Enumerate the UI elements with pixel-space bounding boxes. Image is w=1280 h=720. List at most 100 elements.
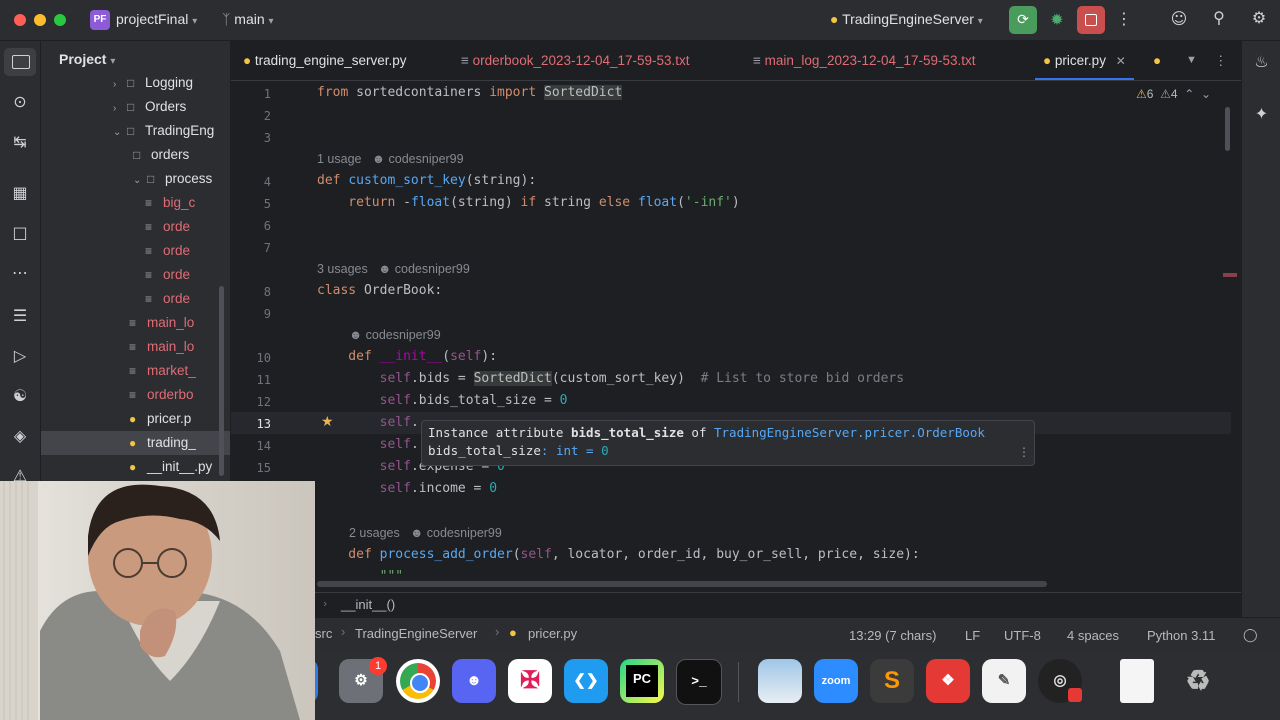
tree-item[interactable]: › □ Logging <box>41 71 230 97</box>
chevron-down-icon[interactable]: ⌄ <box>113 121 127 145</box>
bookmark-icon: □ <box>12 223 28 242</box>
tree-item[interactable]: ⌄ □ TradingEng <box>41 119 230 145</box>
code-vision-hint[interactable]: ☻ codesniper99 <box>349 328 441 342</box>
line-separator[interactable]: LF <box>965 628 980 643</box>
tree-item[interactable]: ≡ orde <box>41 263 230 287</box>
tree-item[interactable]: › □ Orders <box>41 95 230 121</box>
tree-item[interactable]: ≡ orde <box>41 215 230 239</box>
bookmarks-tool-button[interactable]: □ <box>0 219 40 247</box>
more-tools-button[interactable]: ⋯ <box>0 259 40 287</box>
tree-item[interactable]: □ orders <box>41 143 230 167</box>
previous-problem-icon[interactable]: ⌃ <box>1184 87 1194 101</box>
structure-tool-button[interactable]: ▦ <box>0 179 40 207</box>
tree-item[interactable]: ⌄ □ process <box>41 167 230 193</box>
tab-orderbook-log[interactable]: ≡ orderbook_2023-12-04_17-59-53.txt <box>461 41 690 80</box>
chevron-down-icon[interactable]: ⌄ <box>133 169 147 193</box>
nav-path-file[interactable]: pricer.py <box>528 626 577 641</box>
run-config-selector[interactable]: ● TradingEngineServer ▾ <box>830 11 983 27</box>
python-console-button[interactable]: ☯ <box>0 382 40 410</box>
dock-app-zoom[interactable]: zoom <box>814 659 858 703</box>
close-window-button[interactable] <box>14 14 26 26</box>
editor-horizontal-scrollbar[interactable] <box>317 581 1047 587</box>
dock-documents[interactable] <box>1120 659 1154 703</box>
next-problem-icon[interactable]: ⌄ <box>1201 87 1211 101</box>
tree-item[interactable]: ● __init__.py <box>41 455 230 479</box>
tree-item[interactable]: ≡ market_ <box>41 359 230 383</box>
tab-more-button[interactable]: ⋮ <box>1214 41 1228 80</box>
dock-app-discord[interactable]: ☻ <box>452 659 496 703</box>
close-icon[interactable]: ✕ <box>1116 54 1126 68</box>
pull-requests-tool-button[interactable]: ↹ <box>0 128 40 156</box>
settings-button[interactable]: ⚙ <box>1248 8 1270 27</box>
lock-icon[interactable]: ◯ <box>1243 627 1258 643</box>
notifications-button[interactable]: ♨ <box>1242 48 1280 76</box>
project-switcher[interactable]: projectFinal ▾ <box>116 11 197 27</box>
weak-warning-count: 4 <box>1170 87 1178 101</box>
tab-trading-engine-server[interactable]: ● trading_engine_server.py <box>243 41 407 80</box>
breadcrumb-item[interactable]: __init__() <box>341 597 395 612</box>
tree-item[interactable]: ≡ big_c <box>41 191 230 215</box>
rerun-button[interactable]: ⟳ <box>1009 6 1037 34</box>
tab-main-log[interactable]: ≡ main_log_2023-12-04_17-59-53.txt <box>753 41 976 80</box>
code-line-4: def custom_sort_key(string): <box>317 173 537 188</box>
dock-app-terminal[interactable]: >_ <box>676 659 722 705</box>
tree-item[interactable]: ≡ main_lo <box>41 335 230 359</box>
dock-app-sublime[interactable]: S <box>870 659 914 703</box>
tree-item[interactable]: ≡ orderbo <box>41 383 230 407</box>
dock-app-chrome[interactable] <box>396 659 440 703</box>
tree-item[interactable]: ≡ orde <box>41 287 230 311</box>
tooltip-more-button[interactable]: ⋮ <box>1018 445 1030 459</box>
dock-app-slack[interactable]: ✠ <box>508 659 552 703</box>
error-stripe-marker[interactable] <box>1223 273 1237 277</box>
search-button[interactable]: ⚲ <box>1208 8 1230 27</box>
code-vision-hint[interactable]: 3 usages ☻ codesniper99 <box>317 262 470 276</box>
add-user-button[interactable]: ☺ <box>1168 9 1190 28</box>
inspections-widget[interactable]: ⚠6 ⚠4 ⌃ ⌄ <box>1136 87 1211 101</box>
branch-switcher[interactable]: ᛉ main ▾ <box>222 11 274 27</box>
project-badge[interactable]: PF <box>90 10 110 30</box>
project-panel-header[interactable]: Project ▾ <box>59 51 115 67</box>
dock-app-preview[interactable] <box>758 659 802 703</box>
python-interpreter[interactable]: Python 3.11 <box>1147 628 1215 643</box>
caret-position[interactable]: 13:29 (7 chars) <box>849 628 936 643</box>
code-vision-hint[interactable]: 2 usages ☻ codesniper99 <box>349 526 502 540</box>
tree-item[interactable]: ≡ orde <box>41 239 230 263</box>
dock-app-textedit[interactable]: ✎ <box>982 659 1026 703</box>
tree-item-label: orde <box>163 291 191 306</box>
chevron-right-icon[interactable]: › <box>113 73 127 97</box>
stop-button[interactable] <box>1077 6 1105 34</box>
more-actions-button[interactable]: ⋮ <box>1114 9 1134 28</box>
ai-assistant-button[interactable]: ✦ <box>1242 100 1280 128</box>
maximize-window-button[interactable] <box>54 14 66 26</box>
services-tool-button[interactable]: ◈ <box>0 422 40 450</box>
dock-trash[interactable]: ♻ <box>1176 659 1220 703</box>
tree-item[interactable]: ● trading_ <box>41 431 230 455</box>
tooltip-class-link[interactable]: TradingEngineServer.pricer.OrderBook <box>714 425 985 440</box>
todo-tool-button[interactable]: ☰ <box>0 302 40 330</box>
tab-overflow-python[interactable]: ● <box>1153 41 1161 80</box>
tab-pricer[interactable]: ● pricer.py ✕ <box>1035 41 1134 80</box>
debug-button[interactable]: ✹ <box>1046 10 1068 29</box>
run-tool-button[interactable]: ▷ <box>0 342 40 370</box>
project-scrollbar[interactable] <box>219 286 224 476</box>
indent-setting[interactable]: 4 spaces <box>1067 628 1119 643</box>
dock-app-vscode[interactable]: ❮❯ <box>564 659 608 703</box>
dock-app-anydesk[interactable]: ❖ <box>926 659 970 703</box>
python-file-icon: ● <box>129 412 137 426</box>
dock-app-pycharm[interactable]: PC <box>620 659 664 703</box>
python-file-icon: ● <box>1153 53 1162 68</box>
commit-tool-button[interactable]: ⊙ <box>0 88 40 116</box>
file-encoding[interactable]: UTF-8 <box>1004 628 1041 643</box>
nav-path-src[interactable]: src <box>315 626 332 641</box>
tree-item[interactable]: ≡ main_lo <box>41 311 230 335</box>
editor-vertical-scrollbar[interactable] <box>1225 107 1230 151</box>
minimize-window-button[interactable] <box>34 14 46 26</box>
title-bar: PF projectFinal ▾ ᛉ main ▾ ● TradingEngi… <box>0 0 1280 41</box>
tab-list-button[interactable]: ▼ <box>1186 41 1197 80</box>
tree-item[interactable]: ● pricer.p <box>41 407 230 431</box>
chevron-right-icon[interactable]: › <box>113 97 127 121</box>
code-editor[interactable]: ⚠6 ⚠4 ⌃ ⌄ 1 2 3 4 5 6 7 8 9 10 11 12 13 … <box>231 81 1241 591</box>
project-tool-button[interactable] <box>4 48 36 76</box>
code-vision-hint[interactable]: 1 usage ☻ codesniper99 <box>317 152 464 166</box>
nav-path-folder[interactable]: TradingEngineServer <box>355 626 477 641</box>
